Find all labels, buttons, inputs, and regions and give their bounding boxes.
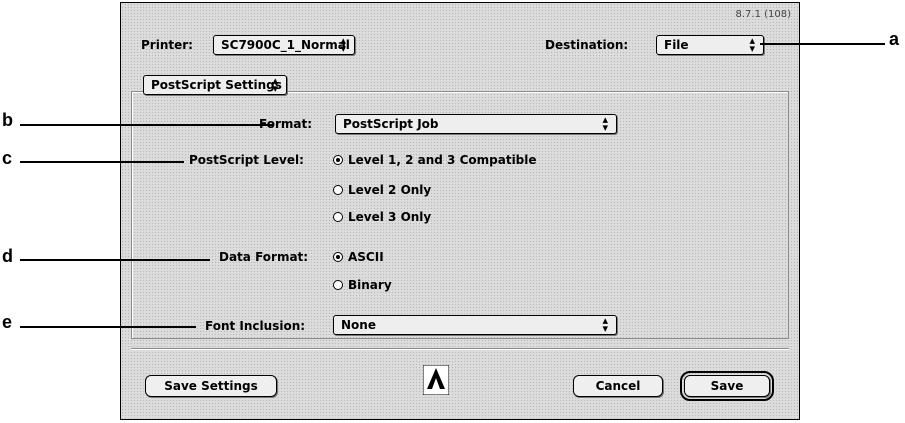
panel-value: PostScript Settings	[151, 78, 282, 92]
destination-popup[interactable]: File ▴ ▾	[656, 35, 764, 55]
radio-unselected-icon	[333, 212, 343, 222]
data-format-option-binary[interactable]: Binary	[333, 278, 392, 292]
ps-level-option-3[interactable]: Level 3 Only	[333, 210, 431, 224]
callout-c: c	[2, 148, 13, 168]
adobe-logo-icon	[423, 365, 449, 395]
version-text: 8.7.1 (108)	[735, 9, 791, 20]
font-inclusion-value: None	[341, 318, 376, 332]
updown-arrows-icon: ▴ ▾	[749, 34, 755, 55]
ps-level-option-label: Level 2 Only	[348, 183, 432, 197]
radio-selected-icon	[333, 155, 343, 165]
updown-arrows-icon: ▴ ▾	[340, 34, 346, 55]
print-dialog: 8.7.1 (108) Printer: SC7900C_1_Normal ▴ ▾…	[120, 2, 800, 420]
callout-line-b	[20, 124, 274, 126]
save-button[interactable]: Save	[680, 371, 774, 401]
radio-unselected-icon	[333, 280, 343, 290]
format-popup[interactable]: PostScript Job ▴ ▾	[335, 114, 617, 134]
font-inclusion-label: Font Inclusion:	[205, 319, 306, 333]
data-format-option-label: ASCII	[348, 250, 384, 264]
callout-b: b	[2, 110, 13, 130]
updown-arrows-icon: ▴ ▾	[602, 314, 608, 335]
callout-a: a	[889, 29, 900, 49]
updown-arrows-icon: ▴ ▾	[602, 113, 608, 134]
save-settings-button[interactable]: Save Settings	[145, 375, 277, 397]
data-format-option-ascii[interactable]: ASCII	[333, 250, 384, 264]
ps-level-option-label: Level 1, 2 and 3 Compatible	[348, 153, 537, 167]
data-format-option-label: Binary	[348, 278, 392, 292]
printer-popup[interactable]: SC7900C_1_Normal ▴ ▾	[213, 35, 355, 55]
format-value: PostScript Job	[343, 117, 439, 131]
panel-popup[interactable]: PostScript Settings ▴ ▾	[143, 75, 287, 95]
radio-selected-icon	[333, 252, 343, 262]
printer-label: Printer:	[141, 38, 193, 52]
ps-level-label: PostScript Level:	[189, 153, 304, 167]
cancel-button[interactable]: Cancel	[573, 375, 663, 397]
callout-line-e	[20, 326, 196, 328]
updown-arrows-icon: ▴ ▾	[272, 74, 278, 95]
printer-value: SC7900C_1_Normal	[221, 38, 350, 52]
callout-line-d	[20, 259, 210, 261]
font-inclusion-popup[interactable]: None ▴ ▾	[333, 315, 617, 335]
ps-level-option-2[interactable]: Level 2 Only	[333, 183, 431, 197]
callout-e: e	[2, 312, 13, 332]
callout-d: d	[2, 246, 13, 266]
ps-level-option-label: Level 3 Only	[348, 210, 432, 224]
divider	[131, 348, 789, 350]
destination-label: Destination:	[545, 38, 629, 52]
radio-unselected-icon	[333, 185, 343, 195]
ps-level-option-1[interactable]: Level 1, 2 and 3 Compatible	[333, 153, 537, 167]
destination-value: File	[664, 38, 689, 52]
data-format-label: Data Format:	[219, 250, 309, 264]
callout-line-a	[760, 43, 885, 45]
callout-line-c	[20, 161, 184, 163]
